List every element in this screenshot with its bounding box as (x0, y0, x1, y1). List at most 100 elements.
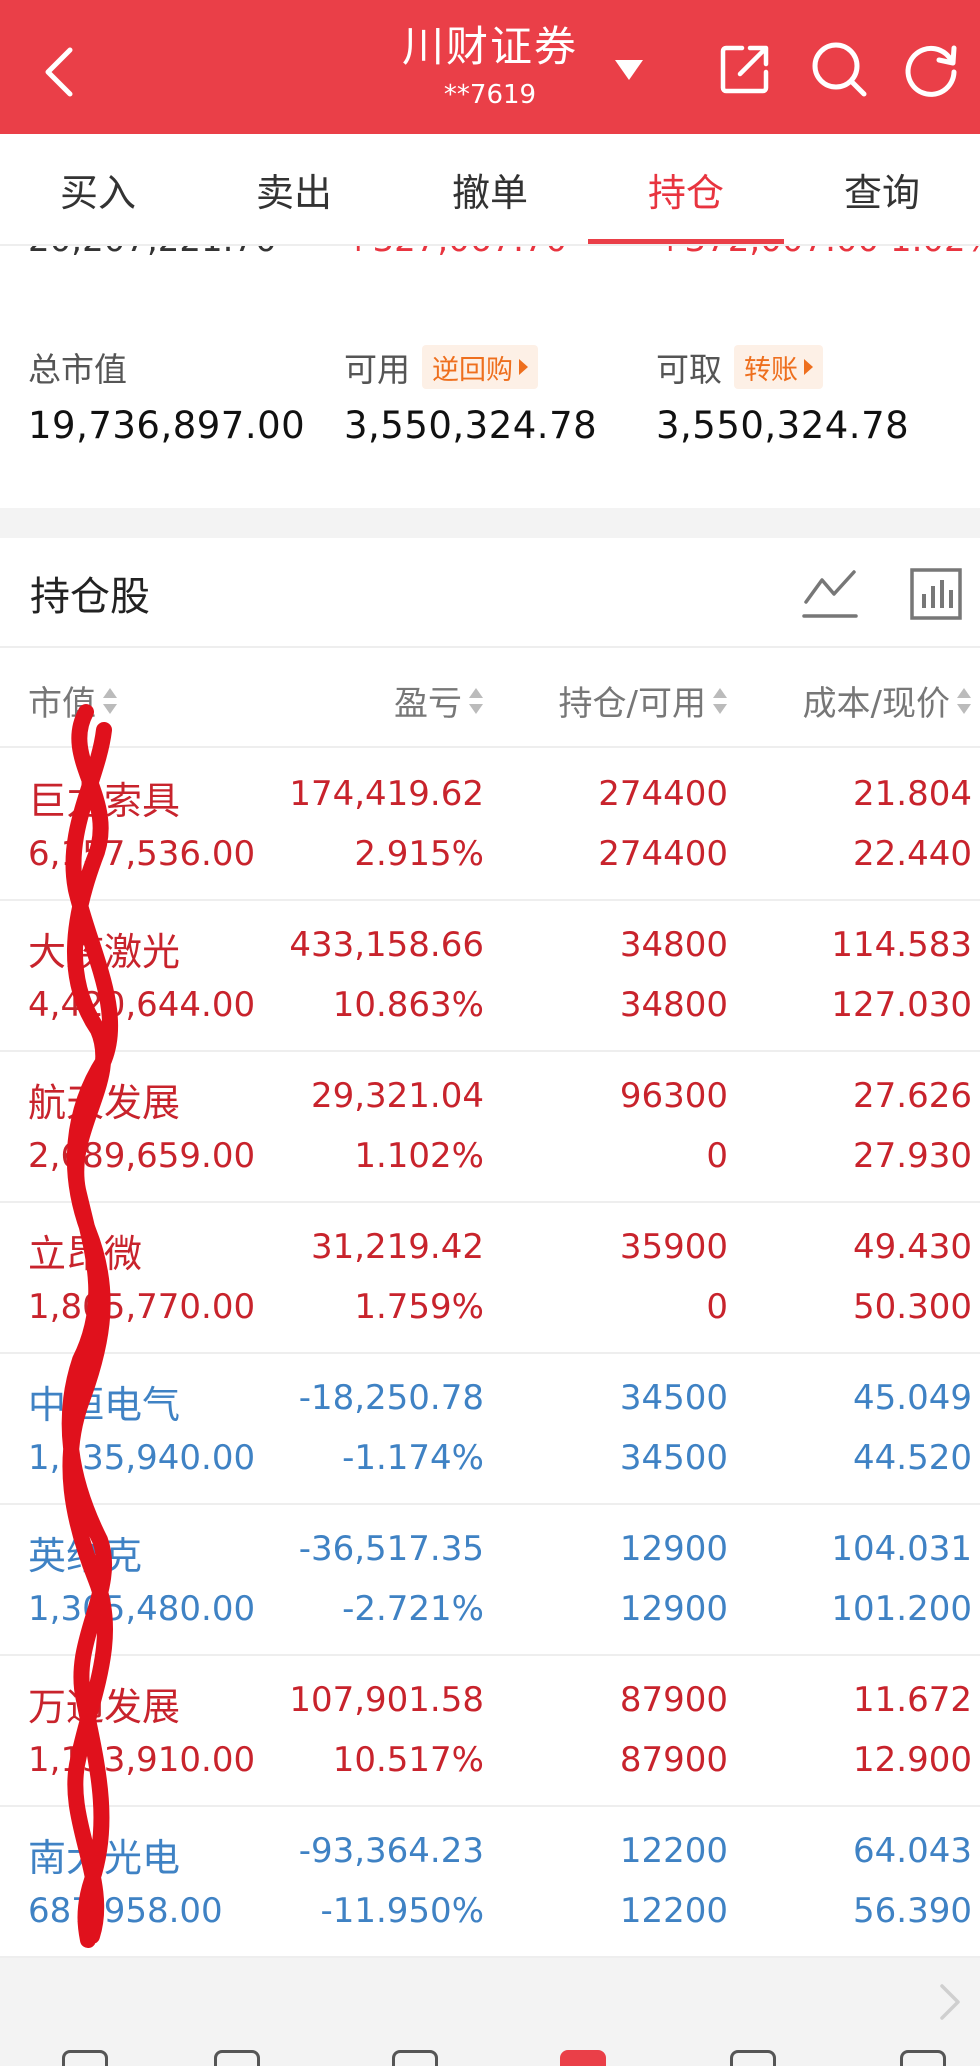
holding-row[interactable]: 万通发展 1,133,910.00 107,901.58 10.517% 879… (0, 1656, 980, 1807)
stock-pnl: 433,158.66 (289, 925, 484, 965)
trend-line-icon[interactable] (800, 566, 860, 622)
sort-icon (103, 687, 117, 714)
stock-market-value: 6,157,536.00 (28, 834, 256, 874)
stock-name: 大族激光 (28, 930, 181, 974)
stock-pnl-percent: 10.517% (332, 1740, 484, 1780)
holdings-list: 巨力索具 6,157,536.00 174,419.62 2.915% 2744… (0, 750, 980, 1958)
nav-home-icon[interactable] (62, 2050, 108, 2066)
triangle-right-icon (804, 359, 813, 375)
stock-cost: 27.626 (853, 1076, 972, 1116)
refresh-button[interactable] (898, 36, 964, 102)
stock-available: 0 (706, 1136, 728, 1176)
stock-pnl-percent: -2.721% (342, 1589, 484, 1629)
reverse-repo-button[interactable]: 逆回购 (422, 345, 538, 389)
back-arrow-icon (45, 47, 73, 97)
stock-price: 44.520 (853, 1438, 972, 1478)
tab-label: 查询 (843, 170, 920, 215)
stock-pnl: 107,901.58 (289, 1680, 484, 1720)
column-label: 成本/现价 (802, 684, 950, 724)
tab-positions[interactable]: 持仓 (588, 134, 784, 244)
top-bar: 川财证券 **7619 (0, 0, 980, 134)
stock-market-value: 2,689,659.00 (28, 1136, 256, 1176)
sort-market-value[interactable]: 市值 (28, 676, 118, 725)
holding-row[interactable]: 巨力索具 6,157,536.00 174,419.62 2.915% 2744… (0, 750, 980, 901)
search-button[interactable] (806, 36, 872, 102)
account-switcher[interactable]: 川财证券 **7619 (330, 14, 650, 124)
nav-profile-icon[interactable] (900, 2050, 946, 2066)
column-label: 盈亏 (394, 684, 462, 724)
holding-row[interactable]: 中恒电气 1,535,940.00 -18,250.78 -1.174% 345… (0, 1354, 980, 1505)
stock-price: 50.300 (853, 1287, 972, 1327)
active-tab-indicator (588, 239, 784, 244)
chevron-right-icon[interactable] (934, 1980, 964, 2024)
nav-watchlist-icon[interactable] (392, 2050, 438, 2066)
share-button[interactable] (712, 36, 778, 102)
holding-row[interactable]: 航天发展 2,689,659.00 29,321.04 1.102% 96300… (0, 1052, 980, 1203)
stock-market-value: 4,420,644.00 (28, 985, 256, 1025)
stock-pnl-percent: 1.102% (354, 1136, 484, 1176)
withdrawable-amount: 3,550,324.78 (656, 404, 910, 447)
sort-icon (469, 687, 483, 714)
stock-pnl: -18,250.78 (298, 1378, 484, 1418)
dropdown-caret-icon[interactable] (612, 56, 646, 84)
sort-cost-price[interactable]: 成本/现价 (803, 676, 972, 725)
stock-available: 12900 (619, 1589, 728, 1629)
stock-name: 立昂微 (28, 1232, 143, 1276)
refresh-icon (905, 45, 957, 97)
stock-pnl: 29,321.04 (310, 1076, 484, 1116)
stock-pnl: 31,219.42 (310, 1227, 484, 1267)
holding-row[interactable]: 南大光电 687,958.00 -93,364.23 -11.950% 1220… (0, 1807, 980, 1958)
sort-position[interactable]: 持仓/可用 (559, 676, 728, 725)
trade-tabs: 买入 卖出 撤单 持仓 查询 (0, 134, 980, 246)
tab-cancel[interactable]: 撤单 (392, 134, 588, 244)
total-pnl-value: +327,067.70 (344, 246, 567, 260)
stock-cost: 104.031 (831, 1529, 972, 1569)
tab-sell[interactable]: 卖出 (196, 134, 392, 244)
stock-name: 英维克 (28, 1534, 143, 1578)
holding-row[interactable]: 立昂微 1,805,770.00 31,219.42 1.759% 35900 … (0, 1203, 980, 1354)
stock-price: 27.930 (853, 1136, 972, 1176)
holding-row[interactable]: 英维克 1,305,480.00 -36,517.35 -2.721% 1290… (0, 1505, 980, 1656)
market-value-block: 总市值 19,736,897.00 (28, 342, 305, 447)
stock-position: 34800 (619, 925, 728, 965)
tab-label: 撤单 (451, 170, 528, 215)
search-icon (812, 42, 867, 97)
stock-pnl: 174,419.62 (289, 774, 484, 814)
market-value-label: 总市值 (28, 350, 127, 389)
stock-price: 101.200 (831, 1589, 972, 1629)
column-label: 市值 (28, 684, 96, 724)
stock-name: 中恒电气 (28, 1383, 181, 1427)
stock-pnl-percent: 10.863% (332, 985, 484, 1025)
tab-buy[interactable]: 买入 (0, 134, 196, 244)
stock-position: 96300 (619, 1076, 728, 1116)
total-assets-value: 20,207,221.70 (28, 246, 277, 260)
bottom-nav (0, 2044, 980, 2066)
tab-query[interactable]: 查询 (784, 134, 980, 244)
nav-trade-icon[interactable] (560, 2050, 606, 2066)
account-number: **7619 (443, 80, 537, 110)
nav-market-icon[interactable] (214, 2050, 260, 2066)
stock-pnl-percent: -11.950% (320, 1891, 484, 1931)
holdings-column-header: 市值 盈亏 持仓/可用 成本/现价 (0, 648, 980, 748)
transfer-button[interactable]: 转账 (734, 345, 823, 389)
broker-title: 川财证券 (401, 22, 578, 71)
stock-pnl: -93,364.23 (298, 1831, 484, 1871)
market-value-amount: 19,736,897.00 (28, 404, 306, 447)
holdings-title: 持仓股 (30, 574, 150, 620)
nav-info-icon[interactable] (730, 2050, 776, 2066)
sort-pnl[interactable]: 盈亏 (394, 676, 484, 725)
stock-position: 35900 (619, 1227, 728, 1267)
stock-cost: 114.583 (831, 925, 972, 965)
section-divider (0, 508, 980, 538)
bar-chart-icon[interactable] (908, 564, 964, 624)
tab-label: 持仓 (647, 170, 724, 215)
available-block: 可用 逆回购 3,550,324.78 (344, 342, 597, 447)
stock-available: 0 (706, 1287, 728, 1327)
share-icon (720, 45, 769, 94)
daily-pnl-value: +372,007.00 1.02% (656, 246, 980, 260)
holding-row[interactable]: 大族激光 4,420,644.00 433,158.66 10.863% 348… (0, 901, 980, 1052)
available-amount: 3,550,324.78 (344, 404, 598, 447)
available-label: 可用 (344, 350, 410, 389)
back-button[interactable] (28, 32, 88, 112)
stock-cost: 21.804 (853, 774, 972, 814)
